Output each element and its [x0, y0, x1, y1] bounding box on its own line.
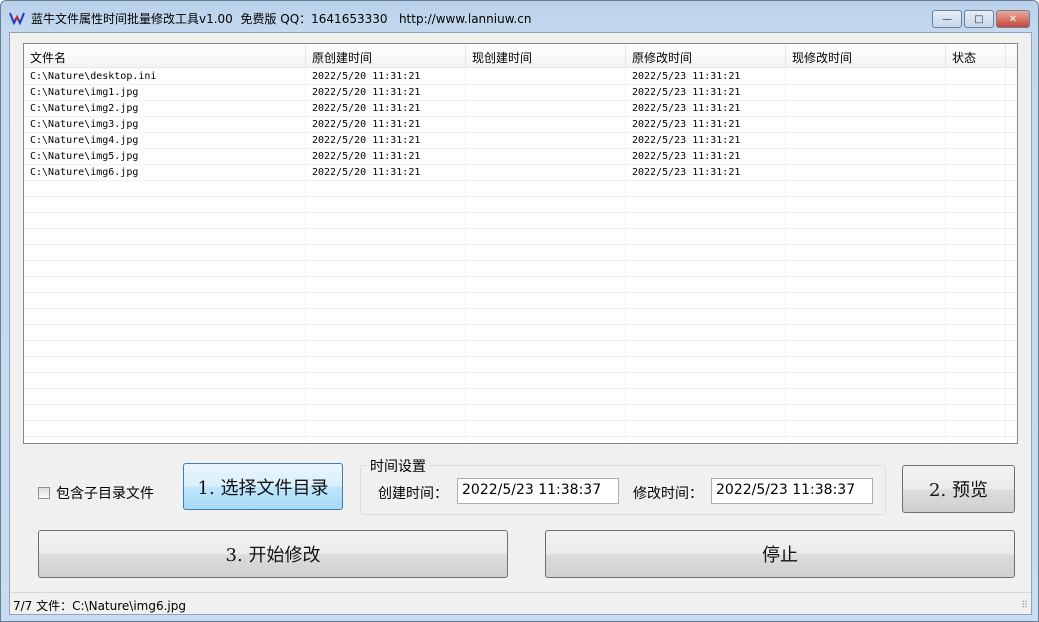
time-settings-legend: 时间设置: [367, 456, 429, 476]
table-row[interactable]: C:\Nature\img2.jpg 2022/5/20 11:31:21 2022…: [24, 101, 1017, 117]
table-cell: [466, 69, 626, 85]
minimize-button[interactable]: —: [932, 10, 962, 28]
table-cell: [786, 133, 946, 149]
table-cell: C:\Nature\img6.jpg: [30, 167, 139, 178]
table-cell: C:\Nature\desktop.ini: [30, 71, 157, 82]
table-row[interactable]: C:\Nature\img3.jpg 2022/5/20 11:31:21 2022…: [24, 117, 1017, 133]
table-cell: C:\Nature\img2.jpg: [30, 103, 139, 114]
table-row[interactable]: C:\Nature\img1.jpg 2022/5/20 11:31:21 2022…: [24, 85, 1017, 101]
table-cell: C:\Nature\img5.jpg: [30, 151, 139, 162]
table-cell: [466, 85, 626, 101]
table-cell: 2022/5/20 11:31:21: [312, 135, 421, 146]
table-cell: 2022/5/23 11:31:21: [632, 119, 741, 130]
column-header[interactable]: 状态: [946, 44, 1006, 67]
column-header[interactable]: 文件名: [24, 44, 306, 67]
create-time-label: 创建时间：: [378, 486, 448, 502]
table-cell: [946, 133, 1006, 149]
resize-grip-icon[interactable]: ⠿: [1021, 601, 1028, 611]
preview-button[interactable]: 2. 预览: [902, 465, 1015, 513]
table-cell: C:\Nature\img4.jpg: [30, 135, 139, 146]
include-subdirs-checkbox[interactable]: 包含子目录文件: [38, 483, 154, 503]
table-cell: [466, 149, 626, 165]
grid-line: [945, 69, 946, 443]
table-cell: 2022/5/20 11:31:21: [312, 103, 421, 114]
maximize-button[interactable]: □: [964, 10, 994, 28]
grid-line: [465, 69, 466, 443]
table-cell: 2022/5/23 11:31:21: [632, 151, 741, 162]
client-area: 文件名 原创建时间 现创建时间 原修改时间 现修改时间 状态 C:\Nature\desk…: [9, 32, 1032, 615]
app-logo-icon: [9, 12, 25, 25]
table-cell: [946, 85, 1006, 101]
table-cell: 2022/5/20 11:31:21: [312, 119, 421, 130]
window-title: 蓝牛文件属性时间批量修改工具v1.00 免费版 QQ：1641653330 ht…: [31, 11, 532, 26]
modify-time-label: 修改时间：: [633, 486, 703, 502]
app-window: 蓝牛文件属性时间批量修改工具v1.00 免费版 QQ：1641653330 ht…: [0, 0, 1039, 622]
time-settings-group: 时间设置 创建时间： 2022/5/23 11:38:37 修改时间： 2022…: [360, 456, 886, 515]
table-cell: [786, 85, 946, 101]
status-text: 7/7 文件：C:\Nature\img6.jpg: [13, 599, 186, 613]
table-cell: [786, 101, 946, 117]
table-cell: [466, 101, 626, 117]
table-cell: [466, 133, 626, 149]
table-cell: 2022/5/20 11:31:21: [312, 167, 421, 178]
table-row[interactable]: C:\Nature\img6.jpg 2022/5/20 11:31:21 2022…: [24, 165, 1017, 181]
table-row[interactable]: C:\Nature\img5.jpg 2022/5/20 11:31:21 2022…: [24, 149, 1017, 165]
close-button[interactable]: ✕: [996, 10, 1030, 28]
table-cell: [946, 117, 1006, 133]
table-cell: [786, 69, 946, 85]
stop-button[interactable]: 停止: [545, 530, 1015, 578]
modify-time-input[interactable]: 2022/5/23 11:38:37: [711, 478, 873, 504]
table-cell: [946, 149, 1006, 165]
table-cell: 2022/5/23 11:31:21: [632, 167, 741, 178]
table-row[interactable]: C:\Nature\desktop.ini 2022/5/20 11:31:21 2…: [24, 69, 1017, 85]
table-cell: [786, 149, 946, 165]
table-cell: [466, 165, 626, 181]
table-cell: 2022/5/23 11:31:21: [632, 103, 741, 114]
table-cell: [466, 117, 626, 133]
table-cell: 2022/5/20 11:31:21: [312, 151, 421, 162]
grid-line: [625, 69, 626, 443]
table-cell: [786, 117, 946, 133]
column-header[interactable]: 现创建时间: [466, 44, 626, 67]
create-time-input[interactable]: 2022/5/23 11:38:37: [457, 478, 619, 504]
table-cell: 2022/5/23 11:31:21: [632, 87, 741, 98]
table-cell: 2022/5/23 11:31:21: [632, 135, 741, 146]
table-cell: 2022/5/23 11:31:21: [632, 71, 741, 82]
select-directory-button[interactable]: 1. 选择文件目录: [183, 463, 343, 510]
status-bar: 7/7 文件：C:\Nature\img6.jpg ⠿: [10, 592, 1031, 614]
checkbox-box[interactable]: [38, 487, 50, 499]
start-modify-button[interactable]: 3. 开始修改: [38, 530, 508, 578]
table-cell: C:\Nature\img3.jpg: [30, 119, 139, 130]
column-header[interactable]: 原修改时间: [626, 44, 786, 67]
table-cell: [946, 69, 1006, 85]
grid-line: [305, 69, 306, 443]
table-cell: 2022/5/20 11:31:21: [312, 71, 421, 82]
table-cell: [946, 165, 1006, 181]
column-header[interactable]: 原创建时间: [306, 44, 466, 67]
grid-line: [1005, 69, 1006, 443]
grid-line: [785, 69, 786, 443]
column-header[interactable]: 现修改时间: [786, 44, 946, 67]
table-cell: 2022/5/20 11:31:21: [312, 87, 421, 98]
list-header: 文件名 原创建时间 现创建时间 原修改时间 现修改时间 状态: [24, 44, 1017, 68]
table-row[interactable]: C:\Nature\img4.jpg 2022/5/20 11:31:21 2022…: [24, 133, 1017, 149]
table-cell: C:\Nature\img1.jpg: [30, 87, 139, 98]
list-body: C:\Nature\desktop.ini 2022/5/20 11:31:21 2…: [24, 69, 1017, 443]
include-subdirs-label: 包含子目录文件: [56, 486, 154, 502]
table-cell: [786, 165, 946, 181]
title-bar: 蓝牛文件属性时间批量修改工具v1.00 免费版 QQ：1641653330 ht…: [9, 7, 531, 29]
table-cell: [946, 101, 1006, 117]
file-list[interactable]: 文件名 原创建时间 现创建时间 原修改时间 现修改时间 状态 C:\Nature\desk…: [23, 43, 1018, 444]
